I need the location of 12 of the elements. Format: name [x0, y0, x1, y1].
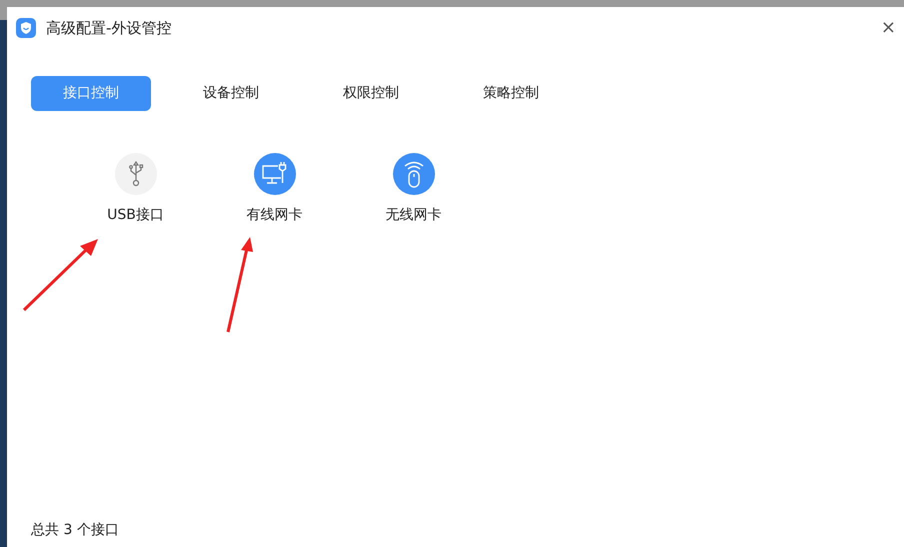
device-label: USB接口	[107, 206, 164, 225]
wireless-mouse-icon	[402, 160, 424, 188]
usb-icon	[128, 161, 144, 187]
window-title: 高级配置-外设管控	[46, 18, 172, 39]
shield-logo-icon	[16, 18, 36, 38]
interface-count: 总共 3 个接口	[31, 522, 119, 538]
device-label: 有线网卡	[246, 206, 302, 225]
tab[interactable]: 策略控制	[451, 76, 571, 111]
tab[interactable]: 设备控制	[171, 76, 291, 111]
device-label: 无线网卡	[386, 206, 442, 225]
tab[interactable]: 权限控制	[311, 76, 431, 111]
close-button[interactable]: ×	[876, 19, 900, 37]
